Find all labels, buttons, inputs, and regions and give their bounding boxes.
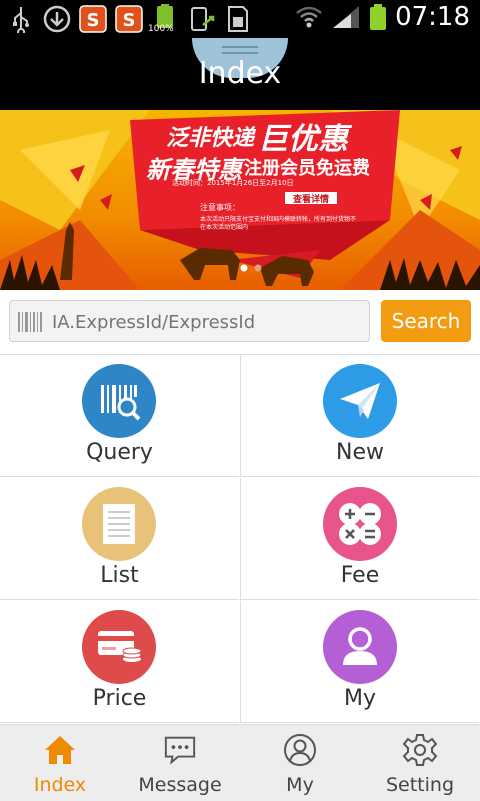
search-row: Search <box>0 290 480 354</box>
feature-grid: Query New List Fee Price My <box>0 354 480 725</box>
barcode-icon <box>18 312 42 336</box>
sd-card-icon <box>222 4 252 34</box>
sogou-icon: S <box>78 4 108 34</box>
banner-detail-button[interactable]: 查看详情 <box>286 192 336 205</box>
notification-icons: S S 100% <box>6 4 252 34</box>
grid-label-list: List <box>100 563 139 588</box>
message-icon <box>163 733 197 767</box>
banner-notice-line2: 在本次活动范围内 <box>200 224 249 231</box>
barcode-search-icon <box>82 364 156 438</box>
grid-label-new: New <box>336 440 384 465</box>
calculator-icon <box>323 487 397 561</box>
user-circle-icon <box>283 733 317 767</box>
search-box[interactable] <box>9 300 370 342</box>
grid-item-my[interactable]: My <box>240 601 479 723</box>
search-button[interactable]: Search <box>381 300 471 342</box>
sogou-icon: S <box>114 4 144 34</box>
banner-big-offer: 巨优惠 <box>258 122 348 157</box>
tab-message[interactable]: Message <box>120 725 240 801</box>
page-title: Index <box>198 56 282 91</box>
tab-index[interactable]: Index <box>0 725 120 801</box>
tab-label-setting: Setting <box>385 774 455 796</box>
grid-label-fee: Fee <box>340 563 380 588</box>
tab-label-index: Index <box>33 774 87 796</box>
banner-activity-time: 活动时间：2015年1月26日至2月10日 <box>172 179 294 187</box>
status-right: 07:18 <box>295 2 470 32</box>
download-icon <box>42 4 72 34</box>
grid-label-my: My <box>343 686 376 711</box>
svg-text:S: S <box>123 10 136 31</box>
tab-bar: Index Message My Setting <box>0 724 480 801</box>
document-icon <box>82 487 156 561</box>
grid-label-price: Price <box>92 686 147 711</box>
paper-plane-icon <box>323 364 397 438</box>
grid-item-price[interactable]: Price <box>0 601 239 723</box>
wifi-icon <box>296 6 322 28</box>
home-icon <box>43 733 77 767</box>
grid-item-query[interactable]: Query <box>0 355 239 477</box>
signal-icon <box>333 6 360 28</box>
battery-icon: 100% <box>148 4 180 34</box>
promo-banner[interactable]: 泛非快递 巨优惠 新春特惠 注册会员免运费 活动时间：2015年1月26日至2月… <box>0 110 480 290</box>
search-input[interactable] <box>50 305 364 339</box>
usb-icon <box>6 4 36 34</box>
gear-icon <box>403 733 437 767</box>
battery-percent: 100% <box>148 24 174 34</box>
tab-label-message: Message <box>138 774 222 796</box>
status-bar: S S 100% 07:18 <box>0 0 480 38</box>
tab-my[interactable]: My <box>240 725 360 801</box>
svg-text:S: S <box>87 10 100 31</box>
banner-notice-title: 注意事项： <box>200 203 240 212</box>
tab-setting[interactable]: Setting <box>360 725 480 801</box>
banner-offer: 注册会员免运费 <box>244 158 370 179</box>
clock: 07:18 <box>395 2 470 32</box>
credit-card-icon <box>82 610 156 684</box>
grid-item-new[interactable]: New <box>240 355 479 477</box>
battery-full-icon <box>370 4 387 30</box>
banner-brand: 泛非快递 <box>166 126 255 151</box>
user-icon <box>323 610 397 684</box>
grid-item-list[interactable]: List <box>0 478 239 600</box>
screen-rotate-icon <box>186 4 216 34</box>
grid-label-query: Query <box>86 440 153 465</box>
tab-label-my: My <box>286 774 314 796</box>
grid-item-fee[interactable]: Fee <box>240 478 479 600</box>
